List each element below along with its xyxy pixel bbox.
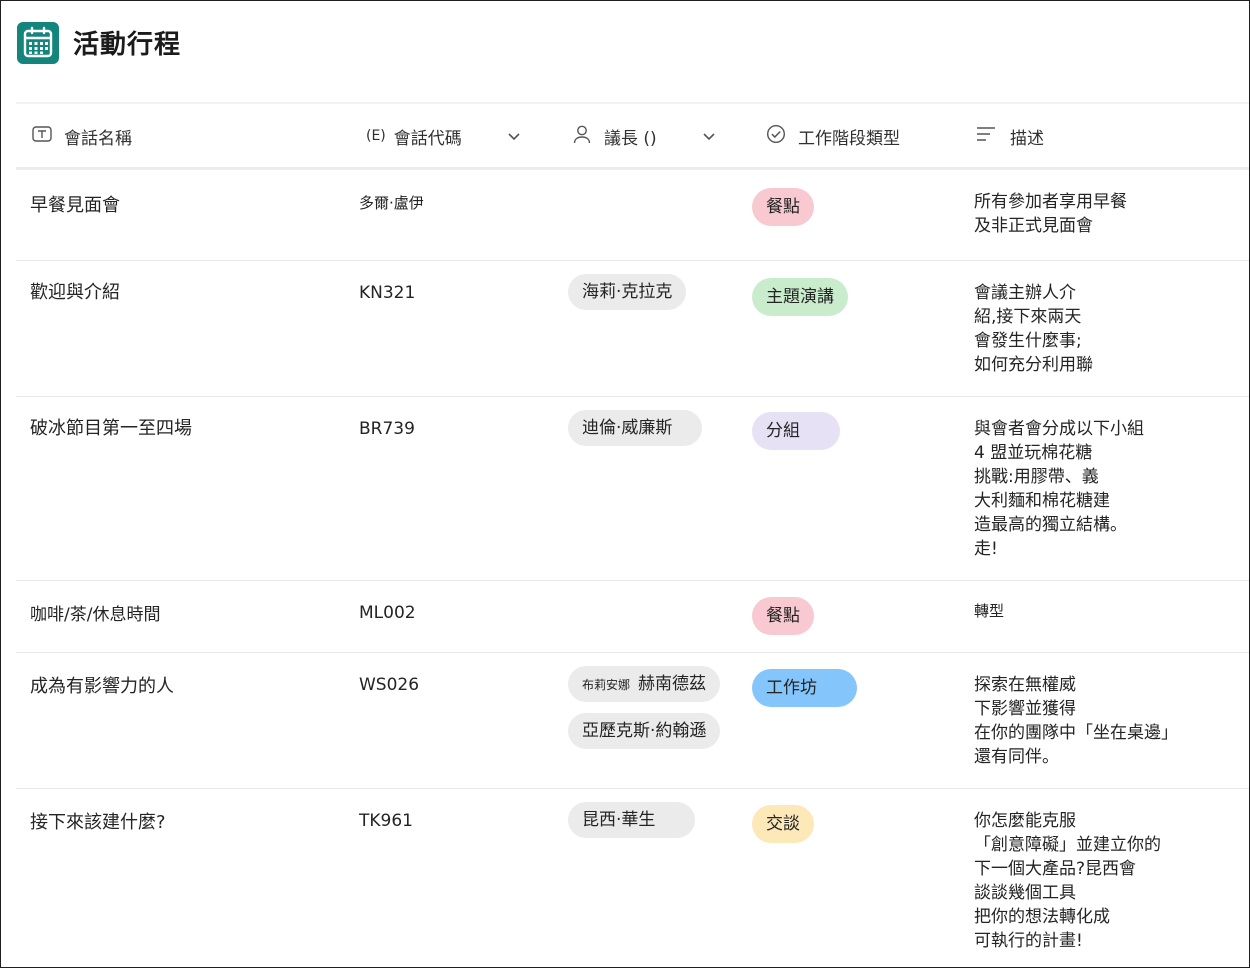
session-code: TK961 xyxy=(359,811,413,831)
session-name: 早餐見面會 xyxy=(30,195,120,216)
session-description: 與會者會分成以下小組 4 盟並玩棉花糖 挑戰:用膠帶、義 大利麵和棉花糖建 造最… xyxy=(974,419,1144,559)
column-prefix: (E) xyxy=(366,128,386,144)
session-type-badge[interactable]: 交談 xyxy=(752,805,814,843)
session-description: 所有參加者享用早餐 及非正式見面會 xyxy=(974,192,1127,236)
session-type-badge[interactable]: 主題演講 xyxy=(752,278,848,316)
chair-pill[interactable]: 迪倫·威廉斯 xyxy=(568,410,703,446)
session-type-badge[interactable]: 餐點 xyxy=(752,597,814,635)
table-row[interactable]: 成為有影響力的人 WS026 布莉安娜 赫南德茲 亞歷克斯·約翰遜 工作坊 探索在… xyxy=(16,653,1249,789)
chair-pill[interactable]: 亞歷克斯·約翰遜 xyxy=(568,713,721,749)
session-description: 轉型 xyxy=(974,602,1005,620)
session-description: 會議主辦人介 紹,接下來兩天 會發生什麼事; 如何充分利用聯 xyxy=(974,283,1093,375)
session-code: 多爾·盧伊 xyxy=(359,194,424,212)
chair-pill[interactable]: 昆西·華生 xyxy=(568,802,696,838)
table-header: 會話名稱 (E) 會話代碼 議長 () 工作階段類型 描述 xyxy=(16,104,1249,170)
column-label: 議長 () xyxy=(604,128,657,149)
table-row[interactable]: 接下來該建什麼? TK961 昆西·華生 交談 你怎麼能克服 「創意障礙」並建立… xyxy=(16,789,1249,967)
text-field-icon xyxy=(32,125,52,147)
chair-name: 迪倫·威廉斯 xyxy=(582,418,673,438)
calendar-icon xyxy=(17,22,59,64)
column-label: 描述 xyxy=(1010,128,1044,149)
column-header-chair[interactable]: 議長 () xyxy=(572,104,715,168)
chair-pill[interactable]: 布莉安娜 赫南德茲 xyxy=(568,666,721,702)
check-circle-icon xyxy=(766,124,786,149)
session-code: WS026 xyxy=(359,675,420,695)
column-label: 會話名稱 xyxy=(64,128,132,149)
table-row[interactable]: 咖啡/茶/休息時間 ML002 餐點 轉型 xyxy=(16,581,1249,653)
session-description: 你怎麼能克服 「創意障礙」並建立你的 下一個大產品?昆西會 談談幾個工具 把你的… xyxy=(974,811,1161,951)
session-type-badge[interactable]: 工作坊 xyxy=(752,669,857,707)
session-type-badge[interactable]: 餐點 xyxy=(752,188,814,226)
chair-name: 亞歷克斯·約翰遜 xyxy=(582,721,707,741)
session-code: ML002 xyxy=(359,603,416,623)
chevron-down-icon[interactable] xyxy=(703,126,715,146)
session-type-badge[interactable]: 分組 xyxy=(752,412,840,450)
column-label: 工作階段類型 xyxy=(798,128,900,149)
session-code: BR739 xyxy=(359,419,415,439)
column-header-desc[interactable]: 描述 xyxy=(976,104,1044,168)
app-frame: 活動行程 會話名稱 (E) 會話代碼 議長 () 工作階段類型 描述 早餐見面會… xyxy=(0,0,1250,968)
chair-name: 昆西·華生 xyxy=(582,810,656,830)
table-row[interactable]: 早餐見面會 多爾·盧伊 餐點 所有參加者享用早餐 及非正式見面會 xyxy=(16,173,1249,261)
chair-name: 赫南德茲 xyxy=(638,674,707,694)
column-label: 會話代碼 xyxy=(393,128,462,149)
sessions-table: 會話名稱 (E) 會話代碼 議長 () 工作階段類型 描述 早餐見面會 多爾·盧… xyxy=(16,104,1249,967)
page-title: 活動行程 xyxy=(73,30,182,60)
session-name: 成為有影響力的人 xyxy=(30,676,174,697)
column-header-code[interactable]: (E) 會話代碼 xyxy=(366,104,520,168)
chevron-down-icon[interactable] xyxy=(508,126,520,146)
table-row[interactable]: 歡迎與介紹 KN321 海莉·克拉克 主題演講 會議主辦人介 紹,接下來兩天 會… xyxy=(16,261,1249,397)
column-header-type[interactable]: 工作階段類型 xyxy=(766,104,900,168)
person-icon xyxy=(572,124,592,149)
table-row[interactable]: 破冰節目第一至四場 BR739 迪倫·威廉斯 分組 與會者會分成以下小組 4 盟… xyxy=(16,397,1249,581)
chair-pill[interactable]: 海莉·克拉克 xyxy=(568,274,687,310)
session-name: 接下來該建什麼? xyxy=(30,812,166,833)
column-header-name[interactable]: 會話名稱 xyxy=(32,104,132,168)
session-name: 歡迎與介紹 xyxy=(30,282,120,303)
session-code: KN321 xyxy=(359,283,416,303)
session-name: 咖啡/茶/休息時間 xyxy=(30,605,161,625)
chair-name-prefix: 布莉安娜 xyxy=(582,678,631,692)
session-description: 探索在無權威 下影響並獲得 在你的團隊中「坐在桌邊」 還有同伴。 xyxy=(974,675,1178,767)
multiline-text-icon xyxy=(976,126,996,147)
chair-name: 海莉·克拉克 xyxy=(582,282,673,302)
app-header: 活動行程 xyxy=(1,1,1249,101)
session-name: 破冰節目第一至四場 xyxy=(30,418,192,439)
